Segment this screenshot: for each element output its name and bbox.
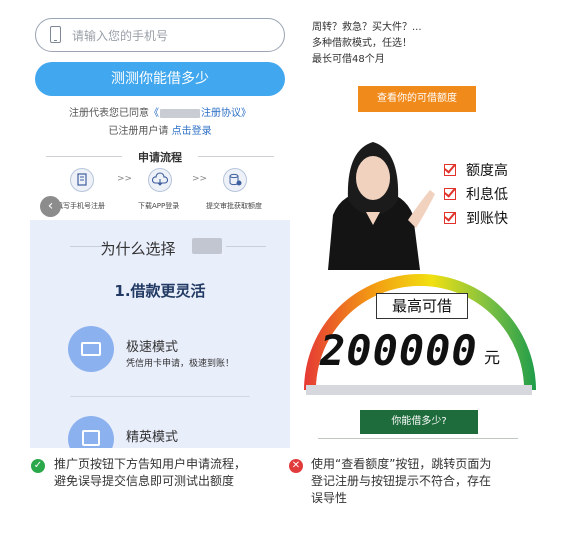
- back-arrow-button[interactable]: ‹: [40, 196, 61, 217]
- agreement-prefix: 注册代表您已同意: [69, 108, 149, 119]
- benefit-item: 到账快: [444, 206, 508, 230]
- phone-input-placeholder: 请输入您的手机号: [72, 29, 169, 43]
- login-prefix: 已注册用户请: [108, 126, 169, 137]
- amount-unit: 元: [484, 348, 501, 367]
- wave-edge: [30, 220, 290, 224]
- good-caption-line-1: 推广页按钮下方告知用户申请流程，: [54, 457, 247, 471]
- bad-caption-line-2: 登记注册与按钮提示不符合，存在: [311, 474, 492, 488]
- benefit-item: 额度高: [444, 158, 508, 182]
- max-borrow-label: 最高可借: [376, 293, 468, 319]
- login-link[interactable]: 点击登录: [172, 126, 212, 137]
- step-label-1: 填写手机号注册: [56, 202, 105, 210]
- how-much-button[interactable]: 你能借多少?: [360, 410, 478, 434]
- login-text: 已注册用户请 点击登录: [30, 122, 290, 137]
- presenter-illustration: [328, 142, 435, 270]
- bad-caption-line-3: 误导性: [311, 491, 348, 505]
- benefit-label: 额度高: [466, 163, 508, 179]
- checkbox-icon: [444, 212, 456, 224]
- intro-line-1: 周转？救急？买大件？...: [312, 22, 422, 33]
- step-label-3: 提交审批获取额度: [206, 202, 262, 210]
- step-label-2: 下载APP登录: [138, 202, 180, 210]
- agreement-link[interactable]: 注册协议》: [201, 108, 251, 119]
- intro-line-2: 多种借款模式，任选！: [312, 38, 412, 49]
- bad-caption-line-1: 使用“查看额度”按钮，跳转页面为: [311, 457, 492, 471]
- redacted-brand: [160, 108, 200, 118]
- credit-card-icon: [68, 326, 114, 372]
- bad-caption: 使用“查看额度”按钮，跳转页面为 登记注册与按钮提示不符合，存在 误导性: [311, 456, 551, 507]
- agreement-text: 注册代表您已同意《 注册协议》: [30, 104, 290, 119]
- check-amount-button[interactable]: 查看你的可借额度: [358, 86, 476, 112]
- agreement-open-bracket: 《: [149, 108, 159, 119]
- check-circle-icon: ✓: [31, 459, 45, 473]
- step-arrow-2: >>: [192, 174, 208, 184]
- benefit-label: 利息低: [466, 187, 508, 203]
- good-caption: 推广页按钮下方告知用户申请流程， 避免误导提交信息即可测试出额度: [54, 456, 284, 490]
- cross-circle-icon: ✕: [289, 459, 303, 473]
- right-phone-screenshot: 周转？救急？买大件？... 多种借款模式，任选！ 最长可借48个月 查看你的可借…: [298, 10, 542, 440]
- cloud-download-icon: [148, 168, 172, 192]
- mobile-phone-icon: [50, 26, 61, 43]
- coin-stack-icon: [223, 168, 247, 192]
- intro-line-3: 最长可借48个月: [312, 54, 385, 65]
- benefits-list: 额度高 利息低 到账快: [444, 158, 508, 230]
- feature-title: 1.借款更灵活: [114, 282, 206, 300]
- checkbox-icon: [444, 164, 456, 176]
- mode-fast-title: 极速模式: [126, 340, 179, 355]
- redacted-bar: [306, 385, 532, 395]
- mode-separator: [70, 396, 250, 397]
- left-phone-screenshot: 请输入您的手机号 测测你能借多少 注册代表您已同意《 注册协议》 已注册用户请 点…: [30, 10, 290, 448]
- why-choose-title: 为什么选择: [100, 240, 176, 258]
- checkbox-icon: [444, 188, 456, 200]
- step-arrow-1: >>: [117, 174, 133, 184]
- process-title: 申请流程: [138, 151, 182, 164]
- mode-fast-subtitle: 凭信用卡申请，极速到账！: [126, 359, 235, 369]
- bottom-divider: [318, 438, 518, 439]
- benefit-label: 到账快: [466, 211, 508, 227]
- redacted-brand-name: [192, 238, 222, 254]
- test-borrow-amount-button[interactable]: 测测你能借多少: [35, 62, 285, 96]
- mode-elite-title: 精英模式: [126, 430, 179, 445]
- phone-number-input[interactable]: 请输入您的手机号: [35, 18, 285, 52]
- max-amount: 200000: [320, 326, 478, 375]
- benefit-item: 利息低: [444, 182, 508, 206]
- good-caption-line-2: 避免误导提交信息即可测试出额度: [54, 474, 235, 488]
- form-icon: [70, 168, 94, 192]
